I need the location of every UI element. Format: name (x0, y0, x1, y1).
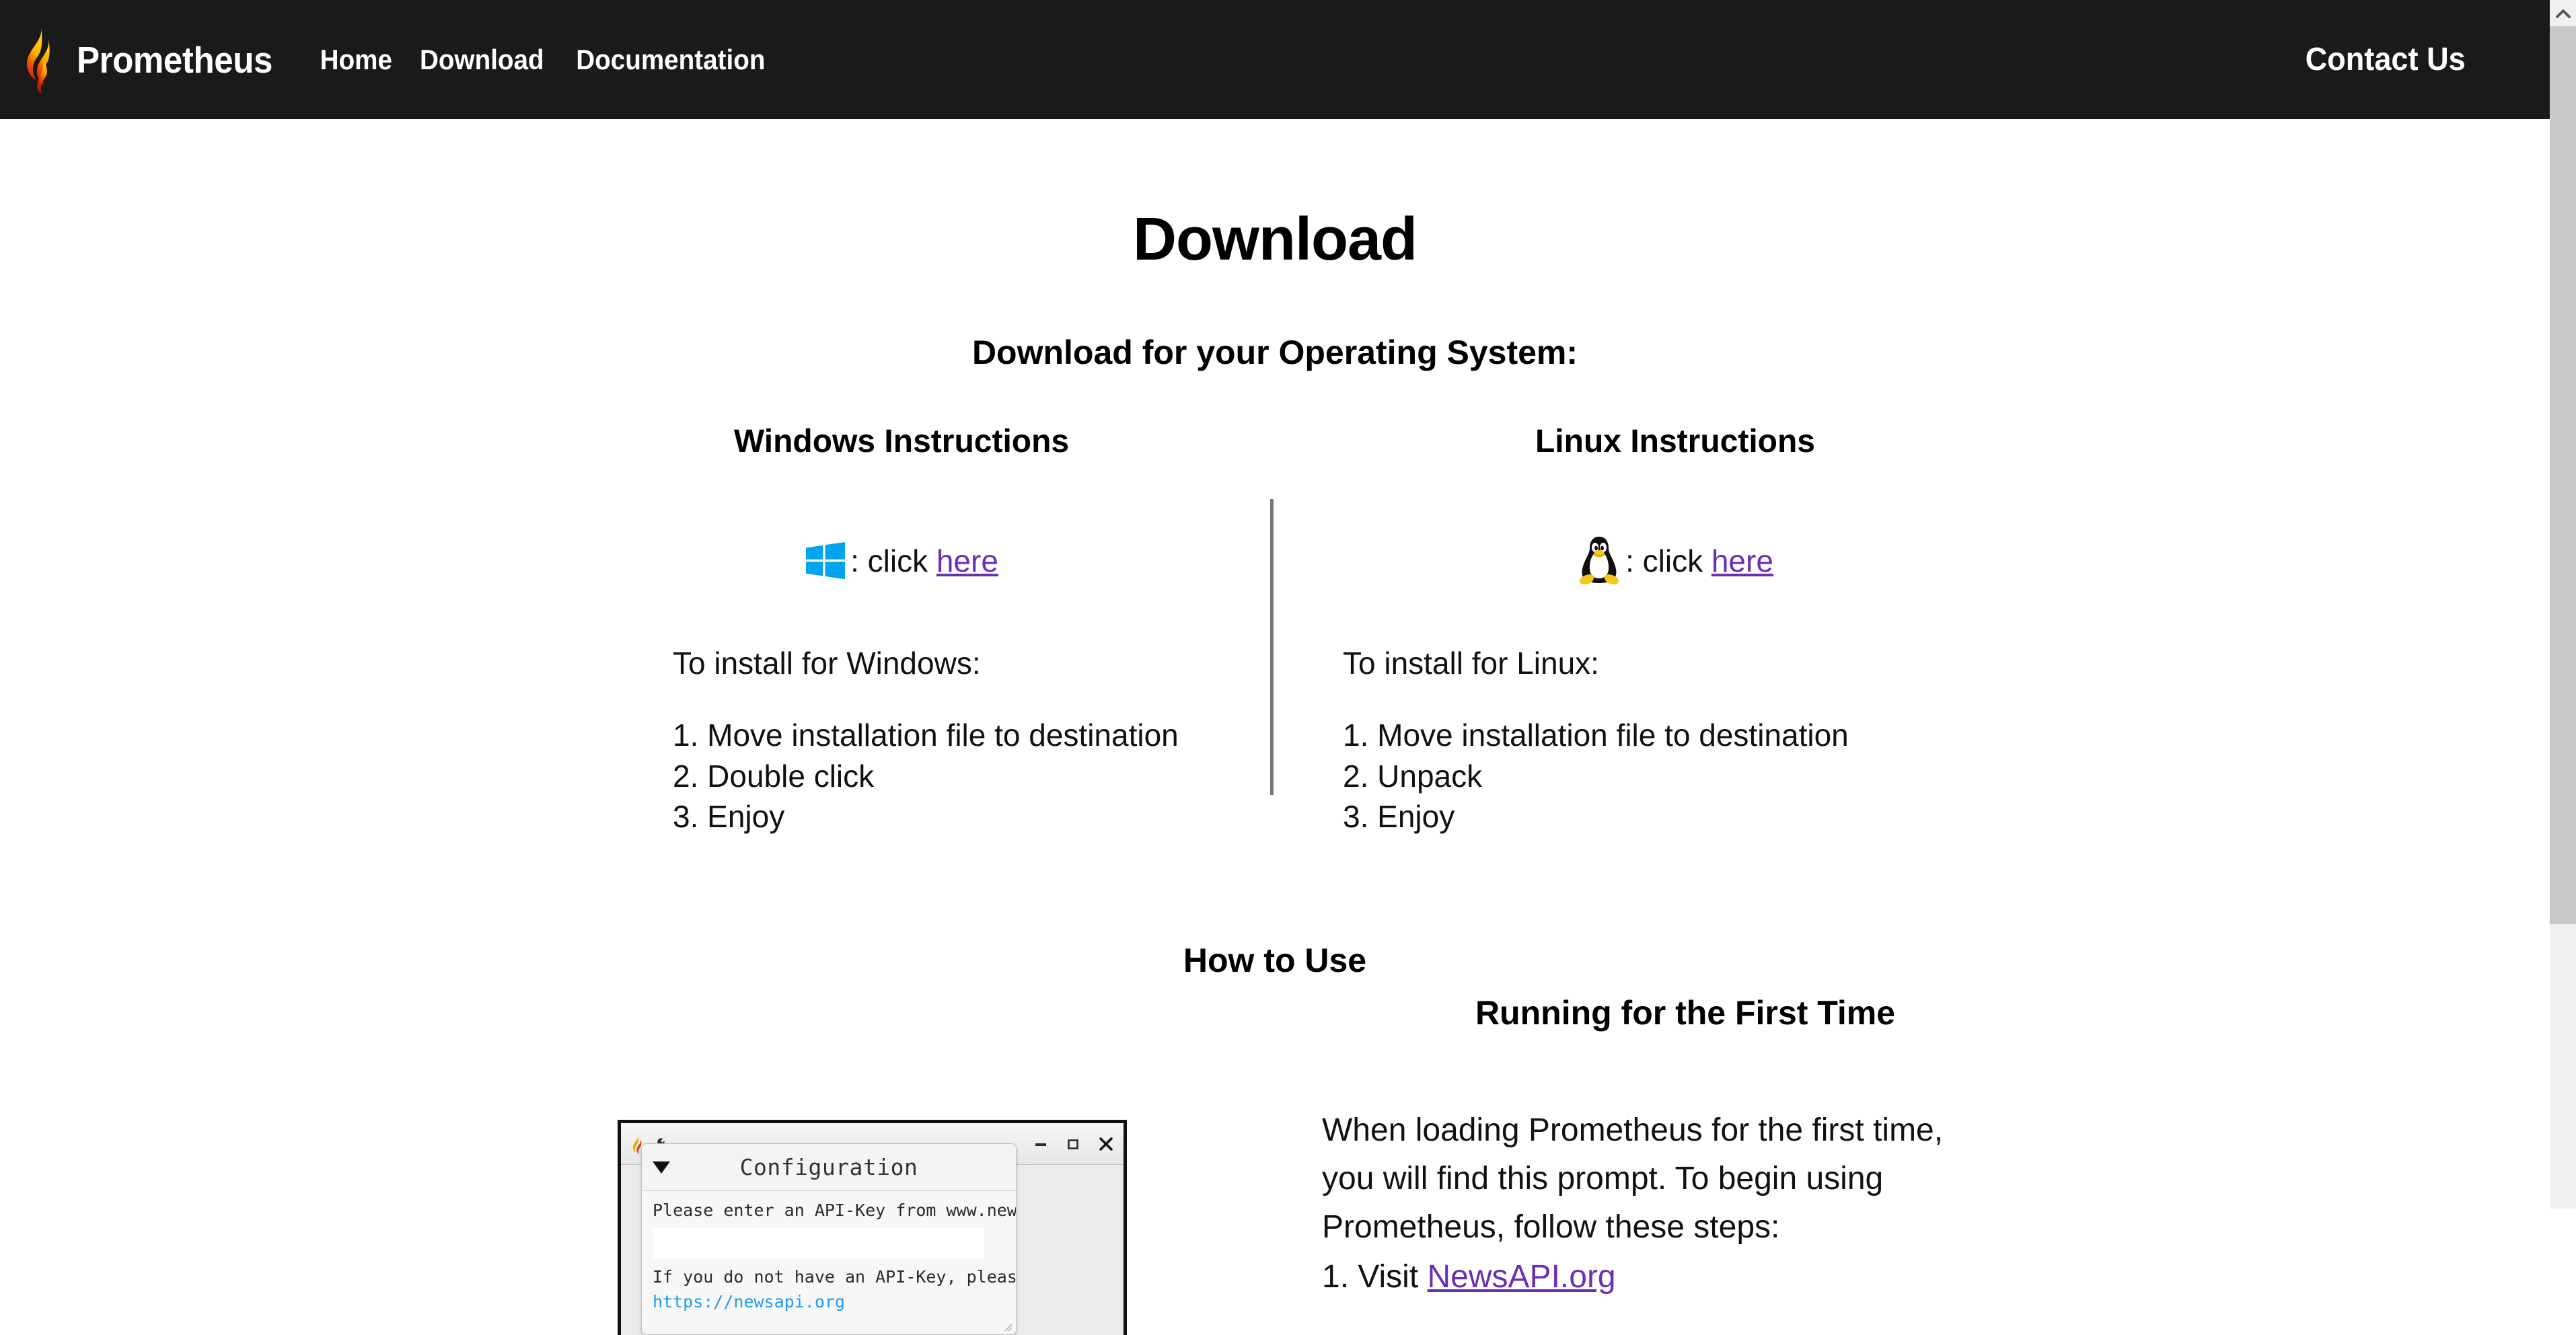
windows-click-text: : click here (850, 543, 998, 579)
windows-click-prefix: : click (850, 543, 936, 578)
configuration-dialog: Configuration Please enter an API-Key fr… (641, 1143, 1017, 1335)
linux-step-2: 2. Unpack (1343, 758, 1483, 794)
site-header: Prometheus Home Download Documentation C… (0, 0, 2550, 119)
configuration-dialog-title: Configuration (739, 1154, 918, 1180)
page-content: Download Download for your Operating Sys… (0, 119, 2550, 1335)
linux-instructions-column: Linux Instructions: click here To insta… (1305, 423, 2045, 837)
linux-steps-list: 1. Move installation file to destination… (1305, 715, 2045, 837)
windows-step-3: 3. Enjoy (673, 799, 785, 835)
linux-click-text: : click here (1625, 543, 1773, 579)
maximize-icon[interactable] (1066, 1137, 1080, 1151)
linux-click-prefix: : click (1625, 543, 1712, 578)
firstrun-paragraph-line-3: Prometheus, follow these steps: (1322, 1209, 1780, 1245)
close-icon[interactable] (1098, 1136, 1114, 1152)
firstrun-step-1: 1. Visit NewsAPI.org (1315, 1253, 2055, 1301)
firstrun-paragraph: When loading Prometheus for the first ti… (1315, 1106, 2055, 1252)
linux-tux-penguin-icon (1580, 537, 1619, 584)
windows-heading: Windows Instructions (733, 424, 1070, 459)
windows-step-1: 1. Move installation file to destination (673, 718, 1179, 753)
linux-download-row: : click here (1305, 531, 2045, 591)
caret-down-icon[interactable] (653, 1161, 670, 1174)
firstrun-step-1-prefix: 1. Visit (1322, 1259, 1428, 1295)
app-window-controls (1033, 1123, 1114, 1165)
os-subtitle: Download for your Operating System: (971, 334, 1578, 371)
chevron-up-icon (2555, 9, 2571, 18)
firstrun-paragraph-line-2: you will find this prompt. To begin usin… (1322, 1161, 1884, 1196)
firstrun-heading: Running for the First Time (1475, 994, 1896, 1032)
scrollbar-thumb[interactable] (2550, 26, 2576, 924)
contact-us-link[interactable]: Contact Us (2305, 41, 2465, 78)
newsapi-url-link[interactable]: https://newsapi.org (653, 1289, 845, 1315)
apikey-input[interactable] (653, 1227, 984, 1258)
os-instructions-columns: Windows Instructions : click here To ins… (0, 423, 2550, 921)
nav-item-download[interactable]: Download (420, 44, 544, 76)
app-window-screenshot: Configuration Please enter an API-Key fr… (618, 1120, 1127, 1335)
apikey-prompt-text: Please enter an API-Key from www.newsapi… (653, 1200, 1017, 1220)
linux-step-1: 1. Move installation file to destination (1343, 718, 1849, 753)
nav-item-home[interactable]: Home (320, 44, 392, 76)
linux-download-here-link[interactable]: here (1712, 543, 1773, 578)
nav-item-documentation[interactable]: Documentation (576, 44, 765, 76)
windows-logo-icon (806, 542, 846, 580)
prometheus-flame-icon (27, 26, 50, 93)
firstrun-column: Running for the First Time When loading … (1315, 993, 2055, 1301)
windows-instructions-column: Windows Instructions : click here To ins… (531, 423, 1272, 837)
configuration-dialog-body: Please enter an API-Key from www.newsapi… (642, 1191, 1016, 1315)
linux-step-3: 3. Enjoy (1343, 799, 1455, 835)
howto-heading: How to Use (1183, 942, 1367, 979)
newsapi-org-link[interactable]: NewsAPI.org (1428, 1259, 1616, 1295)
linux-heading: Linux Instructions (1535, 424, 1815, 459)
brand-name: Prometheus (77, 38, 272, 81)
linux-install-lead: To install for Linux: (1343, 646, 1599, 681)
page-scrollbar[interactable] (2550, 0, 2576, 1209)
windows-install-lead: To install for Windows: (673, 646, 981, 681)
howto-row: Configuration Please enter an API-Key fr… (0, 993, 2550, 1335)
brand-block[interactable]: Prometheus (23, 25, 287, 95)
apikey-secondary-text: If you do not have an API-Key, please vi… (653, 1266, 1017, 1287)
main-nav: Home Download Documentation (317, 44, 774, 76)
minimize-icon[interactable] (1033, 1137, 1048, 1151)
resize-grip-icon[interactable] (1002, 1321, 1013, 1332)
windows-steps-list: 1. Move installation file to destination… (531, 715, 1272, 837)
windows-download-row: : click here (531, 531, 1272, 591)
configuration-dialog-titlebar: Configuration (642, 1144, 1016, 1191)
page-title: Download (1133, 206, 1418, 273)
windows-download-here-link[interactable]: here (936, 543, 998, 578)
windows-step-2: 2. Double click (673, 758, 875, 794)
firstrun-paragraph-line-1: When loading Prometheus for the first ti… (1322, 1112, 1944, 1148)
scroll-up-button[interactable] (2550, 0, 2576, 26)
